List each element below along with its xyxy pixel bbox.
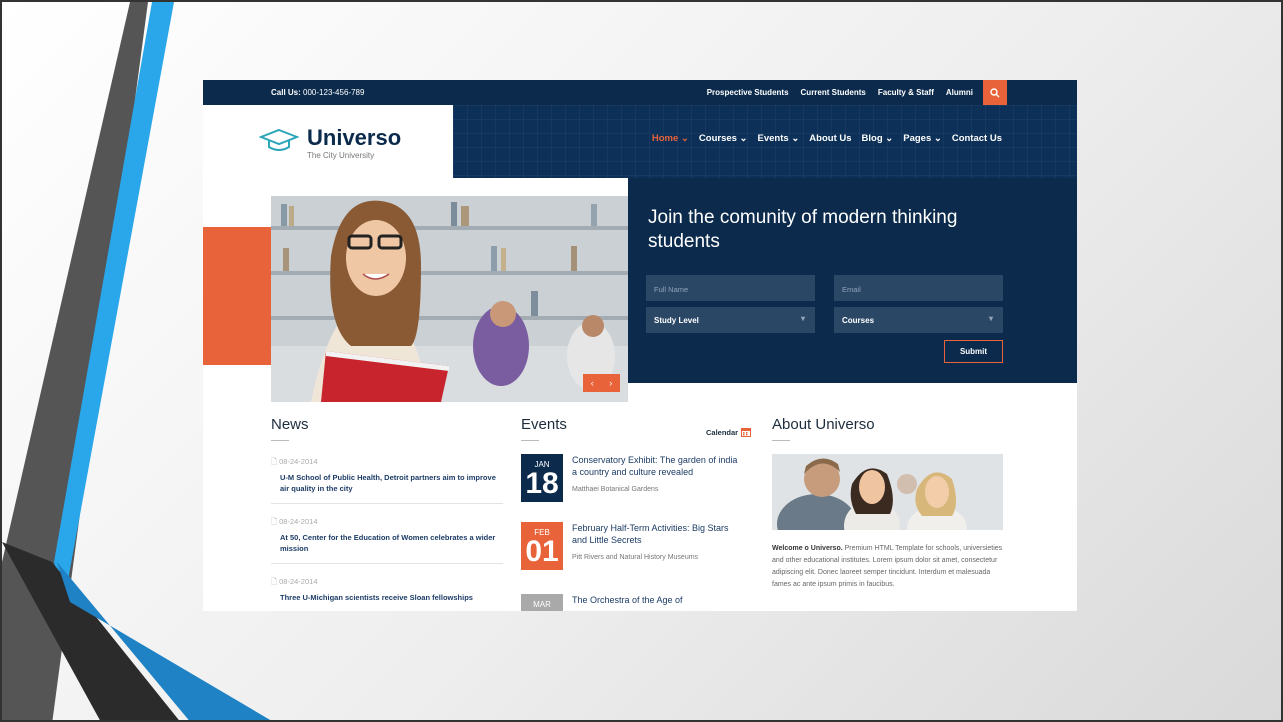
- chevron-left-icon[interactable]: ‹: [591, 378, 594, 388]
- link-current-students[interactable]: Current Students: [801, 88, 866, 97]
- events-title: Events: [521, 416, 567, 433]
- accent-block: [203, 227, 271, 365]
- divider: [271, 503, 503, 504]
- nav-pages[interactable]: Pages ⌄: [903, 133, 942, 144]
- event-location: Matthaei Botanical Gardens: [572, 486, 659, 493]
- about-underline: [772, 440, 790, 441]
- event-location: Pitt Rivers and Natural History Museums: [572, 554, 699, 561]
- search-icon: [990, 87, 1000, 97]
- graduation-cap-icon: [259, 128, 299, 151]
- event-title[interactable]: Conservatory Exhibit: The garden of indi…: [572, 454, 742, 478]
- news-item[interactable]: Three U-Michigan scientists receive Sloa…: [280, 592, 500, 603]
- logo-tagline: The City University: [307, 151, 375, 160]
- top-bar: Call Us: 000-123-456-789 Prospective Stu…: [203, 80, 1077, 105]
- caret-down-icon: ▾: [800, 314, 805, 323]
- student-illustration: [271, 196, 628, 402]
- event-date-box: JAN 18: [521, 454, 563, 502]
- divider: [271, 563, 503, 564]
- top-links: Prospective Students Current Students Fa…: [707, 88, 973, 97]
- about-title: About Universo: [772, 416, 875, 433]
- caret-down-icon: ▾: [988, 314, 993, 323]
- logo[interactable]: Universo The City University: [203, 105, 453, 178]
- phone-number: 000-123-456-789: [303, 88, 365, 97]
- hero-title: Join the comunity of modern thinking stu…: [648, 207, 958, 252]
- website-screenshot: Call Us: 000-123-456-789 Prospective Stu…: [203, 80, 1077, 611]
- nav-home[interactable]: Home ⌄: [652, 133, 689, 144]
- about-lead: Welcome o Universo.: [772, 545, 843, 552]
- search-button[interactable]: [983, 80, 1007, 105]
- study-level-label: Study Level: [654, 316, 699, 325]
- news-date: 🗋 08-24-2014: [271, 517, 318, 526]
- link-alumni[interactable]: Alumni: [946, 88, 973, 97]
- event-month: MAR: [533, 600, 551, 609]
- news-underline: [271, 440, 289, 441]
- main-nav: Home ⌄ Courses ⌄ Events ⌄ About Us Blog …: [652, 133, 1002, 144]
- study-level-select[interactable]: Study Level ▾: [646, 307, 815, 333]
- nav-courses[interactable]: Courses ⌄: [699, 133, 748, 144]
- news-date: 🗋 08-24-2014: [271, 457, 318, 466]
- chevron-right-icon[interactable]: ›: [609, 378, 612, 388]
- nav-events[interactable]: Events ⌄: [758, 133, 800, 144]
- courses-select[interactable]: Courses ▾: [834, 307, 1003, 333]
- events-underline: [521, 440, 539, 441]
- news-item[interactable]: At 50, Center for the Education of Women…: [280, 532, 500, 554]
- hero-student-photo: [271, 196, 628, 402]
- submit-button[interactable]: Submit: [944, 340, 1003, 363]
- slider-arrows[interactable]: ‹ ›: [583, 374, 620, 392]
- calendar-link[interactable]: Calendar: [706, 427, 752, 437]
- event-title[interactable]: February Half-Term Activities: Big Stars…: [572, 522, 742, 546]
- students-illustration: [772, 454, 1003, 530]
- calendar-icon: [741, 428, 752, 437]
- news-title: News: [271, 416, 309, 433]
- event-date-box: MAR: [521, 594, 563, 611]
- nav-blog[interactable]: Blog ⌄: [862, 133, 894, 144]
- about-students-photo: [772, 454, 1003, 530]
- courses-label: Courses: [842, 316, 875, 325]
- news-item[interactable]: U-M School of Public Health, Detroit par…: [280, 472, 500, 494]
- news-date: 🗋 08-24-2014: [271, 577, 318, 586]
- link-faculty-staff[interactable]: Faculty & Staff: [878, 88, 934, 97]
- call-us: Call Us: 000-123-456-789: [271, 88, 364, 97]
- event-day: 01: [525, 535, 559, 568]
- presentation-slide: Call Us: 000-123-456-789 Prospective Stu…: [0, 0, 1283, 722]
- call-label: Call Us:: [271, 88, 301, 97]
- event-day: 18: [525, 467, 559, 500]
- about-description: Welcome o Universo. Premium HTML Templat…: [772, 543, 1007, 591]
- event-title[interactable]: The Orchestra of the Age of: [572, 594, 742, 606]
- full-name-input[interactable]: Full Name: [646, 275, 815, 301]
- logo-name: Universo: [307, 125, 402, 150]
- link-prospective-students[interactable]: Prospective Students: [707, 88, 789, 97]
- calendar-label: Calendar: [706, 427, 739, 437]
- nav-about[interactable]: About Us: [809, 133, 851, 144]
- event-date-box: FEB 01: [521, 522, 563, 570]
- nav-contact[interactable]: Contact Us: [952, 133, 1002, 144]
- email-input[interactable]: Email: [834, 275, 1003, 301]
